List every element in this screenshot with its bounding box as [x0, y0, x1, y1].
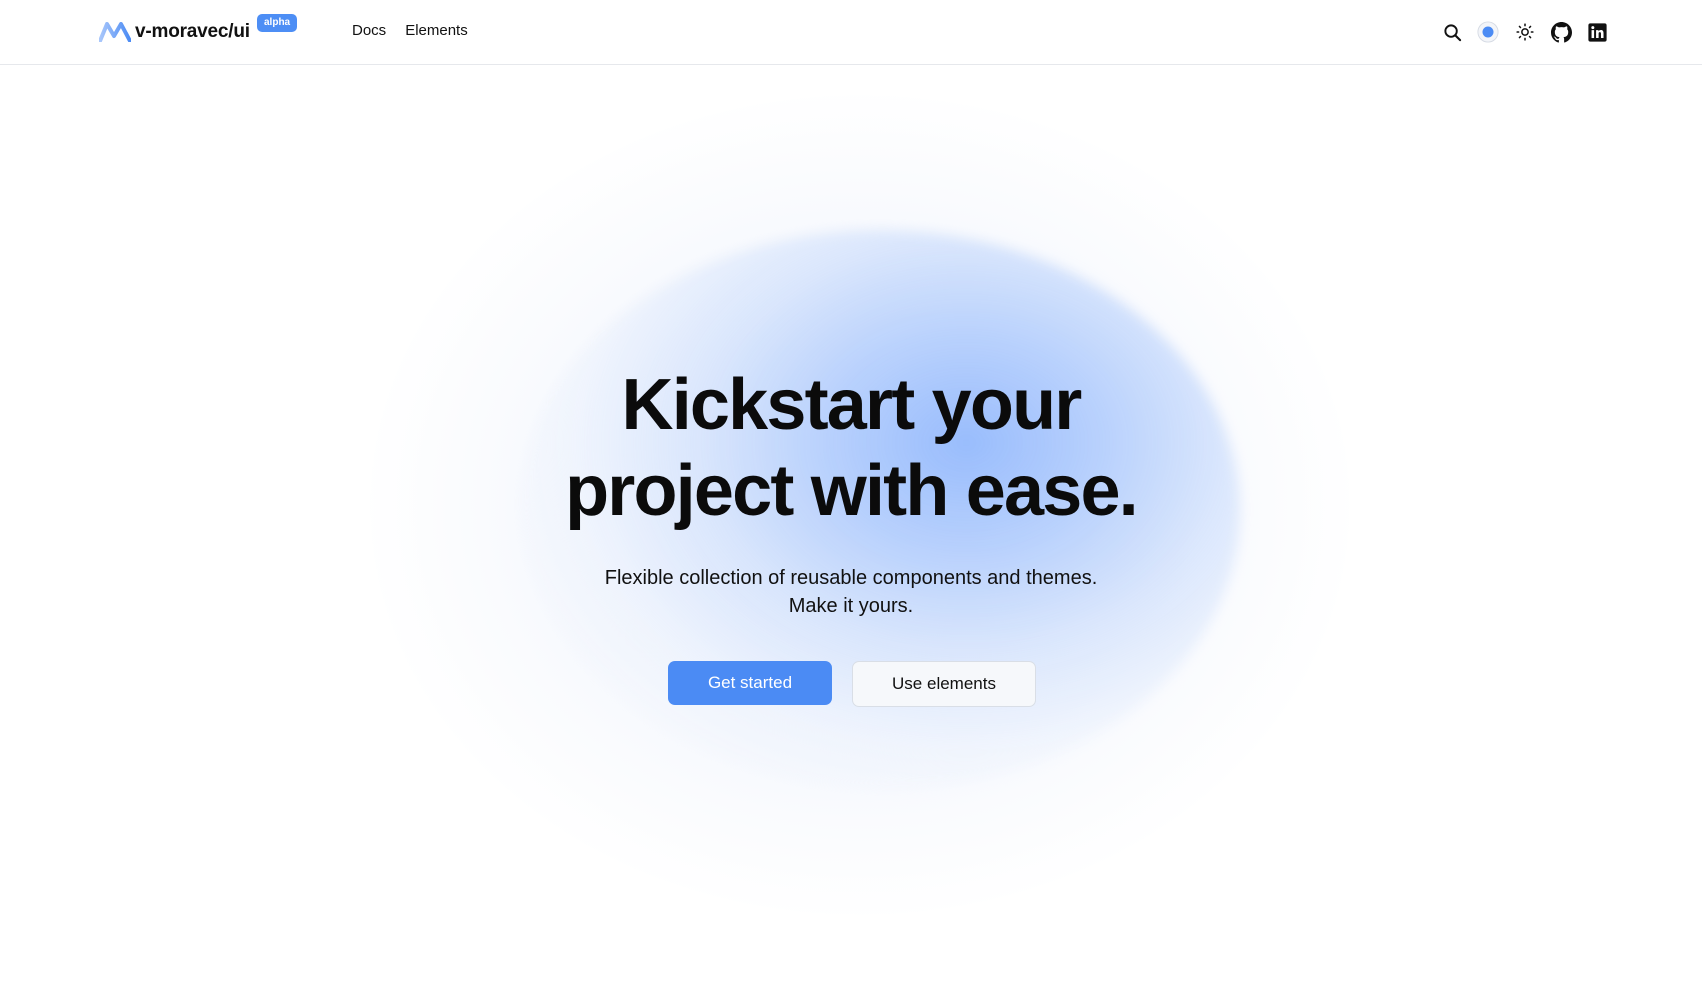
search-icon — [1443, 23, 1461, 41]
hero-headline-line-1: Kickstart your — [621, 365, 1083, 445]
hero-headline-line-2: project with ease. — [565, 451, 1139, 531]
theme-color-button[interactable] — [1477, 21, 1499, 43]
hero-section: Kickstart your project with ease. Flexib… — [0, 0, 1702, 984]
brand-name: v-moravec/ui — [135, 21, 250, 42]
nav-elements[interactable]: Elements — [405, 22, 468, 39]
hero-subtitle: Flexible collection of reusable componen… — [451, 564, 1251, 620]
get-started-button[interactable]: Get started — [668, 661, 832, 705]
sun-icon — [1516, 23, 1534, 41]
use-elements-button[interactable]: Use elements — [852, 661, 1036, 707]
hero-headline: Kickstart your project with ease. — [451, 362, 1251, 534]
linkedin-icon — [1587, 22, 1607, 42]
page: v-moravec/ui alpha Docs Elements Kicksta… — [0, 0, 1702, 984]
hero-subtitle-line-2: Make it yours. — [788, 595, 914, 617]
linkedin-link[interactable] — [1586, 21, 1608, 43]
nav-docs[interactable]: Docs — [352, 22, 386, 39]
brand-link[interactable]: v-moravec/ui — [99, 18, 250, 46]
main-nav: Docs Elements — [352, 22, 468, 39]
search-button[interactable] — [1441, 21, 1463, 43]
theme-color-icon — [1477, 21, 1499, 43]
theme-toggle-button[interactable] — [1514, 21, 1536, 43]
hero-subtitle-line-1: Flexible collection of reusable componen… — [604, 567, 1098, 589]
top-navbar: v-moravec/ui alpha Docs Elements — [0, 0, 1702, 65]
github-link[interactable] — [1550, 21, 1572, 43]
alpha-badge: alpha — [257, 14, 298, 32]
github-icon — [1550, 21, 1572, 42]
brand-logo-icon — [99, 22, 131, 42]
